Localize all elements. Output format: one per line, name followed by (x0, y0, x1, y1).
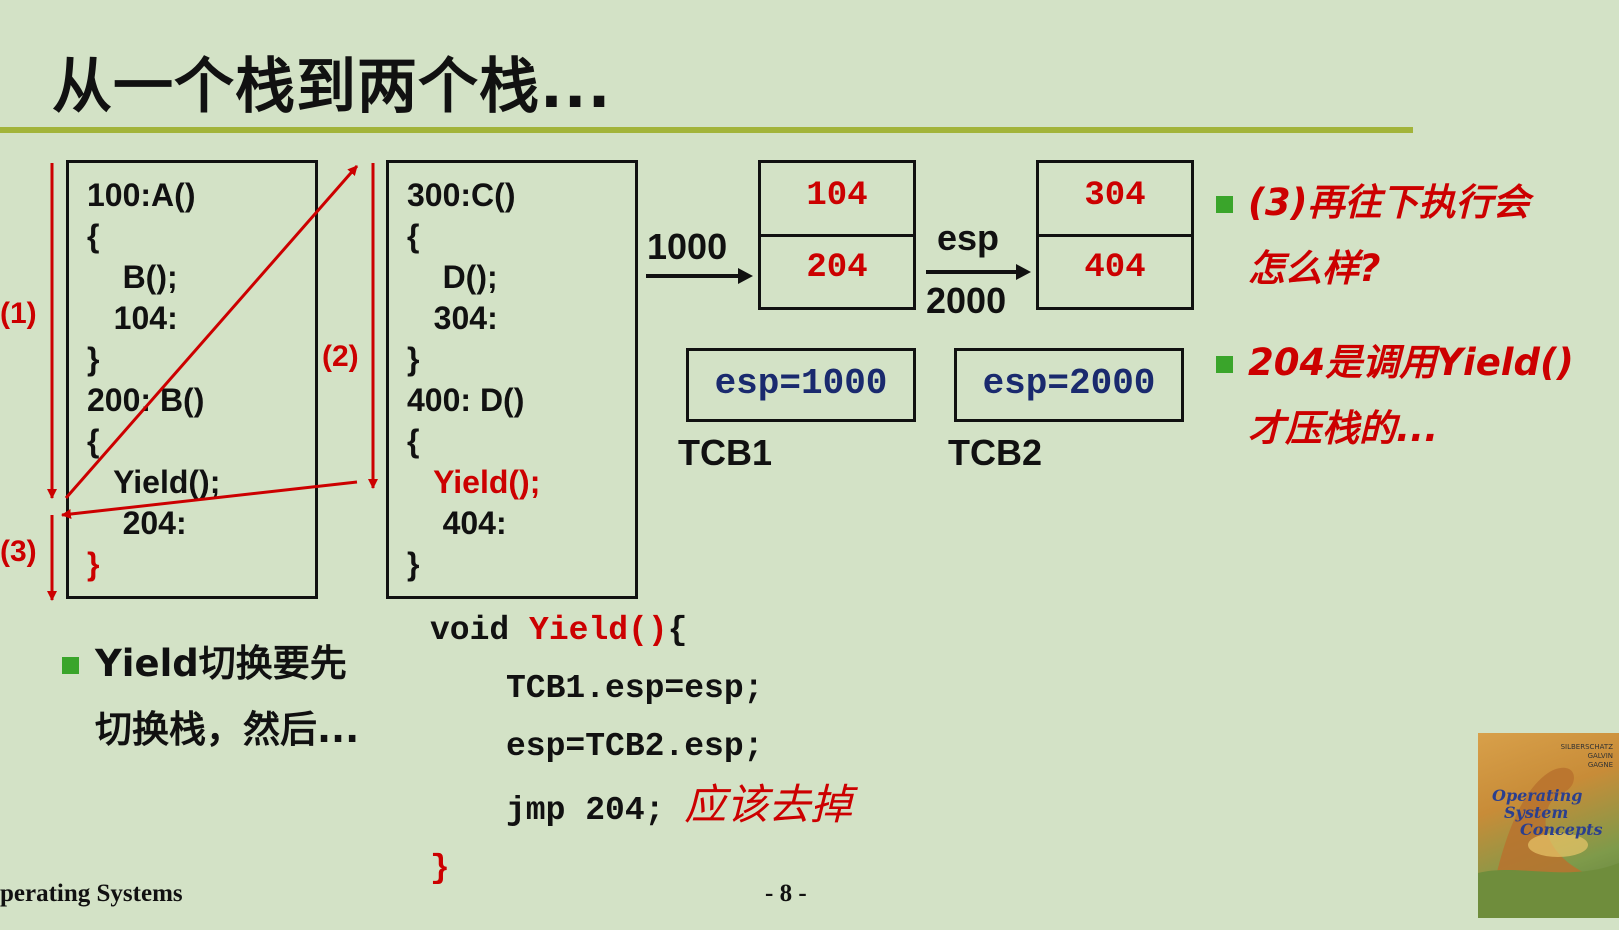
note-line: 切换栈，然后... (95, 708, 360, 751)
stack2-divider (1039, 234, 1191, 237)
yield-comment: 应该去掉 (684, 780, 853, 829)
book-title: Operating System Concepts (1492, 786, 1603, 839)
tcb2-label: TCB2 (948, 432, 1043, 473)
tcb1-label: TCB1 (678, 432, 773, 473)
stack2-top-cell: 304 (1084, 177, 1146, 215)
note-line: 204是调用Yield() (1248, 341, 1574, 384)
footer-course: perating Systems (0, 880, 183, 907)
yield-line-1: TCB1.esp=esp; (506, 670, 764, 707)
note-right-2: 204是调用Yield() 才压栈的... (1248, 330, 1574, 462)
stack2-pointer-label: 2000 (926, 280, 1007, 321)
arrow-back (61, 480, 358, 519)
arrow-to-c (64, 165, 359, 499)
tcb1-box: esp=1000 (686, 348, 916, 422)
note-line: (3)再往下执行会 (1248, 181, 1530, 224)
book-cover-image: SILBERSCHATZ GALVIN GAGNE Operating Syst… (1478, 733, 1619, 918)
stack-2: 304 404 (1036, 160, 1194, 310)
stack2-esp-label: esp (937, 217, 1000, 258)
bullet-square (62, 657, 79, 674)
note-left: Yield切换要先 切换栈，然后... (95, 631, 359, 763)
note-right-1: (3)再往下执行会 怎么样? (1248, 170, 1530, 302)
bullet-square (1216, 196, 1233, 213)
yield-line-3: jmp 204; 应该去掉 (506, 780, 853, 829)
stack1-bottom-cell: 204 (806, 249, 868, 287)
stack1-top-cell: 104 (806, 177, 868, 215)
note-line: Yield切换要先 (95, 642, 347, 685)
stack-1: 104 204 (758, 160, 916, 310)
note-line: 怎么样? (1248, 247, 1381, 290)
stack1-pointer-label: 1000 (647, 226, 728, 267)
yield-signature: void Yield(){ (430, 612, 688, 649)
footer-page-number: - 8 - (765, 880, 807, 907)
bullet-square (1216, 356, 1233, 373)
stack1-divider (761, 234, 913, 237)
yield-code: void Yield(){ TCB1.esp=esp; esp=TCB2.esp… (430, 602, 852, 898)
tcb2-box: esp=2000 (954, 348, 1184, 422)
note-line: 才压栈的... (1248, 407, 1439, 450)
stack2-bottom-cell: 404 (1084, 249, 1146, 287)
yield-line-2: esp=TCB2.esp; (506, 728, 764, 765)
